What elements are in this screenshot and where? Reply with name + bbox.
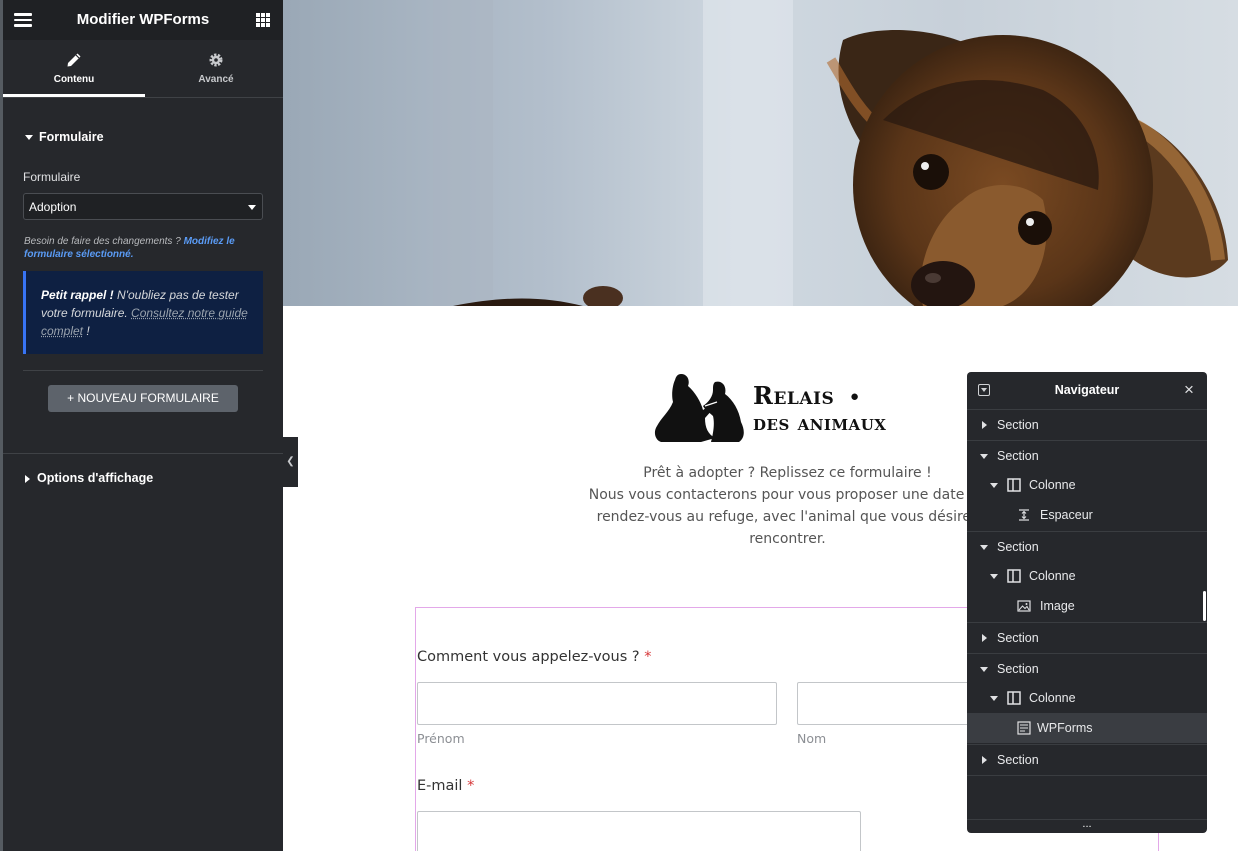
section-formulaire-toggle[interactable]: Formulaire bbox=[25, 130, 104, 144]
caret-right-icon bbox=[25, 474, 30, 483]
panel-tabs: Contenu Avancé bbox=[3, 40, 283, 98]
pencil-icon bbox=[67, 53, 81, 67]
section-display-options-toggle[interactable]: Options d'affichage bbox=[25, 471, 153, 485]
reminder-notice: Petit rappel ! N'oubliez pas de tester v… bbox=[23, 271, 263, 354]
navigator-scrollbar[interactable] bbox=[1203, 591, 1206, 621]
tab-content[interactable]: Contenu bbox=[3, 40, 145, 97]
notice-title: Petit rappel ! bbox=[41, 288, 114, 302]
spacer-icon bbox=[1019, 509, 1029, 521]
intro-line: Prêt à adopter ? Replissez ce formulaire… bbox=[643, 465, 932, 481]
column-icon bbox=[1007, 691, 1021, 705]
intro-text: Prêt à adopter ? Replissez ce formulaire… bbox=[560, 462, 1015, 550]
navigator-item-section[interactable]: Section bbox=[967, 531, 1207, 561]
hamburger-menu-icon[interactable] bbox=[14, 13, 32, 27]
logo-line2: des animaux bbox=[753, 410, 887, 435]
form-select-value: Adoption bbox=[29, 200, 77, 214]
site-logo: Relais ● des animaux bbox=[653, 372, 933, 444]
chevron-down-icon bbox=[248, 205, 256, 210]
first-name-input[interactable] bbox=[417, 682, 777, 725]
tab-advanced[interactable]: Avancé bbox=[145, 40, 287, 97]
navigator-item-label: Section bbox=[997, 631, 1039, 645]
form-icon bbox=[1017, 721, 1031, 735]
navigator-item-image[interactable]: Image bbox=[967, 591, 1207, 621]
divider bbox=[3, 453, 283, 454]
help-text: Besoin de faire des changements ? Modifi… bbox=[24, 235, 264, 261]
navigator-item-label: Section bbox=[997, 449, 1039, 463]
caret-down-icon[interactable] bbox=[980, 545, 988, 550]
name-question-text: Comment vous appelez-vous ? bbox=[417, 649, 640, 665]
section-display-options-title: Options d'affichage bbox=[37, 471, 154, 485]
intro-line: rendez-vous au refuge, avec l'animal que… bbox=[596, 509, 979, 525]
column-icon bbox=[1007, 478, 1021, 492]
intro-line: rencontrer. bbox=[749, 531, 826, 547]
required-mark: * bbox=[644, 649, 652, 665]
column-icon bbox=[1007, 569, 1021, 583]
navigator-item-label: Colonne bbox=[1029, 569, 1076, 583]
caret-right-icon[interactable] bbox=[982, 634, 987, 642]
navigator-item-section[interactable]: Section bbox=[967, 653, 1207, 683]
panel-collapse-handle[interactable]: ❮ bbox=[283, 437, 298, 487]
widgets-grid-icon[interactable] bbox=[256, 13, 270, 27]
navigator-item-section[interactable]: Section bbox=[967, 622, 1207, 652]
form-field-label: Formulaire bbox=[23, 170, 81, 184]
navigator-panel: Navigateur × Section Section Colonne Esp… bbox=[967, 372, 1207, 833]
new-form-button[interactable]: + NOUVEAU FORMULAIRE bbox=[48, 385, 238, 412]
navigator-resize-handle[interactable]: ... bbox=[967, 819, 1207, 833]
caret-down-icon bbox=[25, 135, 33, 141]
gear-icon bbox=[209, 53, 223, 67]
navigator-item-wpforms[interactable]: WPForms bbox=[967, 713, 1207, 743]
navigator-item-label: Section bbox=[997, 418, 1039, 432]
navigator-item-section[interactable]: Section bbox=[967, 409, 1207, 439]
navigator-item-spacer[interactable]: Espaceur bbox=[967, 500, 1207, 530]
first-name-sublabel: Prénom bbox=[417, 731, 465, 746]
name-question-label: Comment vous appelez-vous ? * bbox=[417, 649, 651, 665]
people-with-dog-logo-icon bbox=[654, 374, 744, 442]
close-icon[interactable]: × bbox=[1184, 380, 1194, 400]
dog-photo bbox=[433, 0, 1228, 306]
navigator-item-column[interactable]: Colonne bbox=[967, 683, 1207, 713]
caret-down-icon[interactable] bbox=[990, 696, 998, 701]
navigator-item-label: Colonne bbox=[1029, 478, 1076, 492]
form-select[interactable]: Adoption bbox=[23, 193, 263, 220]
navigator-item-label: Espaceur bbox=[1040, 508, 1093, 522]
editor-panel: Modifier WPForms Contenu Avancé Formulai… bbox=[3, 0, 283, 851]
caret-down-icon[interactable] bbox=[980, 667, 988, 672]
navigator-header[interactable]: Navigateur × bbox=[967, 372, 1207, 408]
section-formulaire-title: Formulaire bbox=[39, 130, 104, 144]
logo-line1: Relais bbox=[753, 381, 835, 410]
navigator-item-label: WPForms bbox=[1037, 721, 1093, 735]
help-text-label: Besoin de faire des changements ? bbox=[24, 236, 181, 247]
notice-end: ! bbox=[86, 324, 90, 338]
required-mark: * bbox=[467, 778, 475, 794]
navigator-item-column[interactable]: Colonne bbox=[967, 561, 1207, 591]
hero-image bbox=[283, 0, 1238, 306]
panel-title: Modifier WPForms bbox=[76, 11, 210, 28]
caret-right-icon[interactable] bbox=[982, 756, 987, 764]
caret-right-icon[interactable] bbox=[982, 421, 987, 429]
email-input[interactable] bbox=[417, 811, 861, 851]
panel-header: Modifier WPForms bbox=[3, 0, 283, 40]
navigator-item-label: Colonne bbox=[1029, 691, 1076, 705]
navigator-title: Navigateur bbox=[1054, 383, 1120, 397]
intro-line: Nous vous contacterons pour vous propose… bbox=[588, 487, 987, 503]
navigator-item-label: Image bbox=[1040, 599, 1075, 613]
caret-down-icon[interactable] bbox=[990, 574, 998, 579]
divider bbox=[967, 775, 1207, 776]
caret-down-icon[interactable] bbox=[980, 454, 988, 459]
email-question-label: E-mail * bbox=[417, 778, 474, 794]
navigator-item-label: Section bbox=[997, 753, 1039, 767]
paw-icon: ● bbox=[850, 388, 860, 405]
caret-down-icon[interactable] bbox=[990, 483, 998, 488]
last-name-sublabel: Nom bbox=[797, 731, 827, 746]
navigator-item-section[interactable]: Section bbox=[967, 744, 1207, 774]
divider bbox=[23, 370, 263, 371]
email-question-text: E-mail bbox=[417, 778, 463, 794]
navigator-item-column[interactable]: Colonne bbox=[967, 470, 1207, 500]
tab-content-label: Contenu bbox=[53, 74, 95, 85]
navigator-item-label: Section bbox=[997, 662, 1039, 676]
image-icon bbox=[1017, 600, 1031, 612]
navigator-item-section[interactable]: Section bbox=[967, 440, 1207, 470]
tab-advanced-label: Avancé bbox=[198, 74, 234, 85]
navigator-item-label: Section bbox=[997, 540, 1039, 554]
